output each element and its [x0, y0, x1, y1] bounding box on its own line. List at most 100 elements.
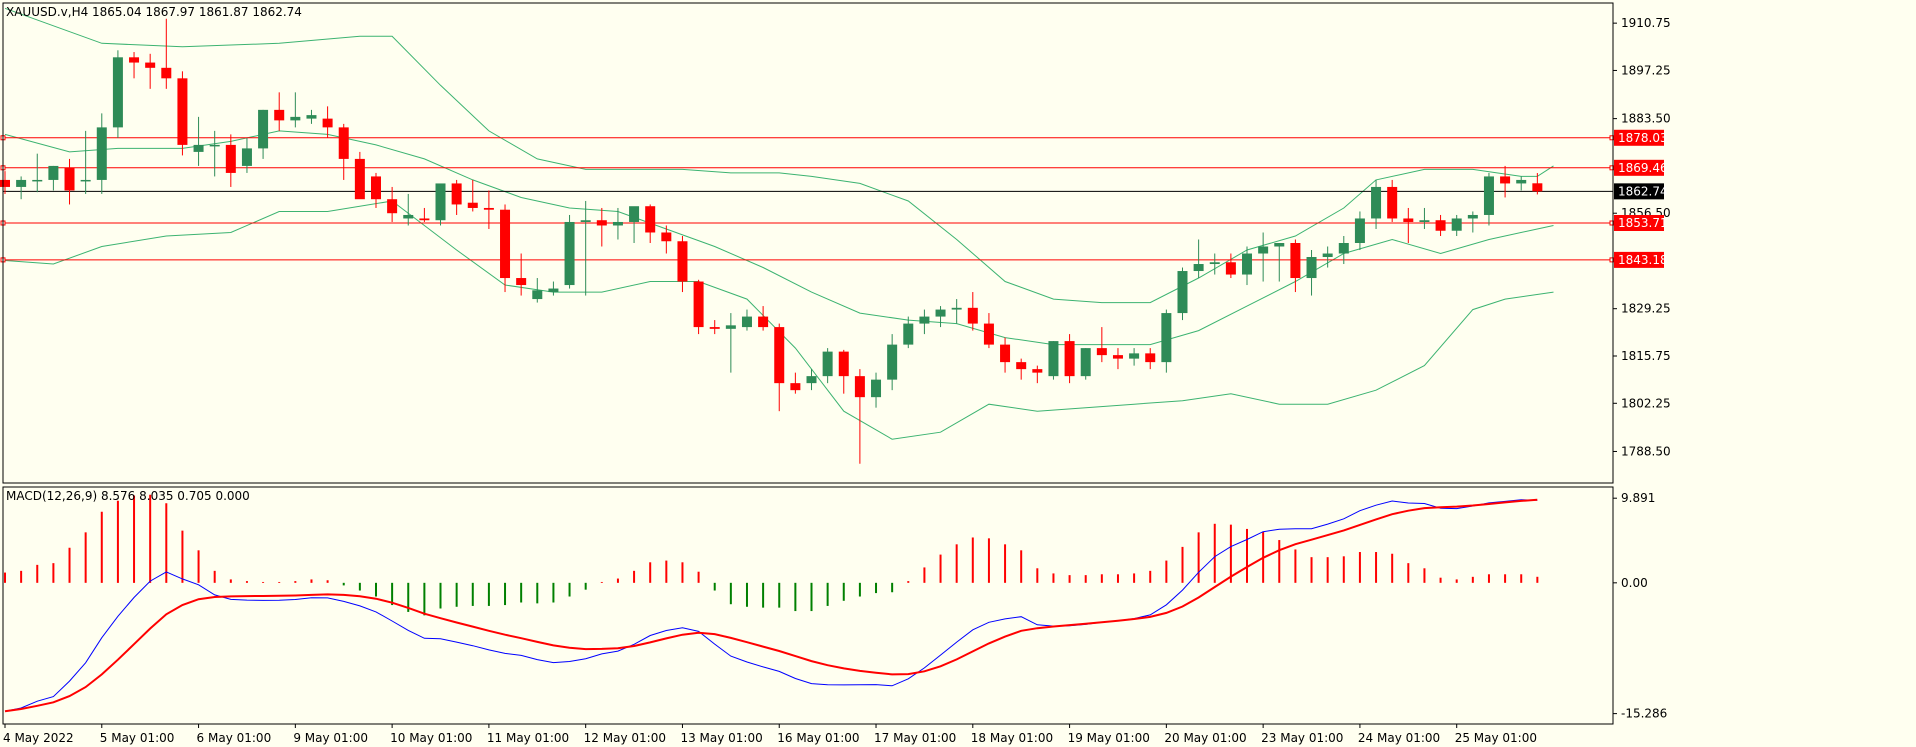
candle-body-bull [1322, 253, 1333, 258]
candle-body-bear [709, 327, 720, 329]
candle-body-bear [1064, 341, 1075, 377]
candle-body-bear [854, 376, 865, 398]
candle-body-bull [548, 288, 559, 293]
time-tick-label: 20 May 01:00 [1164, 731, 1246, 745]
candle-body-bear [274, 109, 285, 121]
candle-body-bull [96, 127, 107, 180]
candle-body-bull [919, 316, 930, 324]
candle-body-bull [1048, 341, 1059, 377]
candle-body-bull [258, 109, 269, 149]
candle-body-bull [48, 165, 59, 180]
price-tick-label: 1883.50 [1621, 112, 1671, 126]
time-tick-label: 10 May 01:00 [390, 731, 472, 745]
candle-body-bull [1177, 271, 1188, 314]
candle-body-bull [1129, 353, 1140, 359]
price-tick-label: 1910.75 [1621, 16, 1671, 30]
candle-body-bull [32, 179, 43, 182]
candle-body-bear [1145, 353, 1156, 363]
candle-body-bear [467, 202, 478, 208]
candle-body-bull [306, 115, 317, 119]
candle-body-bull [580, 220, 591, 222]
candle-body-bull [290, 116, 301, 121]
candle-body-bear [225, 144, 236, 173]
candle-body-bull [806, 376, 817, 384]
candle-body-bear [1387, 186, 1398, 219]
candle-body-bull [16, 179, 27, 187]
ohlc-readout: 1865.04 1867.97 1861.87 1862.74 [92, 5, 302, 19]
candle-body-bear [661, 232, 672, 242]
candle-body-bear [145, 62, 156, 68]
candle-body-bull [193, 144, 204, 152]
price-tick-label: 1829.25 [1621, 302, 1671, 316]
candle-body-bull [1483, 176, 1494, 215]
time-tick-label: 6 May 01:00 [197, 731, 272, 745]
candle-body-bull [1419, 220, 1430, 222]
candle-body-bear [645, 206, 656, 233]
candle-body-bear [451, 183, 462, 205]
level-price-label: 1869.46 [1618, 161, 1668, 175]
candle-body-bull [435, 183, 446, 221]
candle-body-bear [338, 127, 349, 159]
candle-body-bull [903, 323, 914, 345]
candle-body-bear [693, 281, 704, 328]
time-tick-label: 25 May 01:00 [1455, 731, 1537, 745]
macd-readout: MACD(12,26,9) 8.576 8.035 0.705 0.000 [6, 489, 250, 503]
time-tick-label: 11 May 01:00 [487, 731, 569, 745]
time-tick-label: 18 May 01:00 [971, 731, 1053, 745]
candle-body-bear [1096, 348, 1107, 356]
candle-body-bear [758, 316, 769, 328]
symbol-label: XAUUSD.v,H4 [6, 5, 88, 19]
price-tick-label: 1788.50 [1621, 444, 1671, 458]
candle-body-bull [112, 57, 123, 128]
candle-body-bear [983, 323, 994, 345]
candle-body-bull [1242, 253, 1253, 275]
candle-body-bull [1516, 179, 1527, 184]
candle-body-bear [967, 307, 978, 324]
candle-body-bear [1016, 362, 1027, 370]
candle-body-bull [1161, 313, 1172, 363]
candle-body-bear [322, 118, 333, 128]
time-tick-label: 17 May 01:00 [874, 731, 956, 745]
level-price-label: 1878.03 [1618, 131, 1668, 145]
candle-body-bear [354, 158, 365, 200]
trading-chart[interactable]: 1910.751897.251883.501856.501829.251815.… [0, 0, 1916, 747]
time-tick-label: 24 May 01:00 [1358, 731, 1440, 745]
candle-body-bull [725, 325, 736, 329]
time-tick-label: 23 May 01:00 [1261, 731, 1343, 745]
candle-body-bear [596, 220, 607, 226]
time-tick-label: 5 May 01:00 [100, 731, 175, 745]
candle-body-bear [483, 207, 494, 210]
candle-body-bear [1000, 344, 1011, 363]
candle-body-bull [1338, 243, 1349, 254]
candle-body-bear [774, 327, 785, 384]
macd-tick-label: 9.891 [1621, 491, 1655, 505]
candle-body-bear [370, 176, 381, 200]
candle-body-bear [1290, 243, 1301, 279]
price-tick-label: 1897.25 [1621, 63, 1671, 77]
candle-body-bear [1225, 262, 1236, 275]
candle-body-bull [1467, 214, 1478, 219]
candle-body-bull [209, 144, 220, 147]
candle-body-bear [1500, 176, 1511, 184]
candle-body-bear [387, 199, 398, 214]
candle-body-bull [741, 316, 752, 328]
candle-body-bear [516, 278, 527, 286]
candle-body-bull [1451, 218, 1462, 231]
macd-tick-label: 0.00 [1621, 576, 1648, 590]
candle-body-bear [1112, 355, 1123, 359]
candle-body-bull [1209, 262, 1220, 265]
candle-body-bull [403, 214, 414, 219]
time-tick-label: 19 May 01:00 [1068, 731, 1150, 745]
candle-body-bear [790, 383, 801, 391]
time-tick-label: 4 May 2022 [3, 731, 74, 745]
price-tick-label: 1802.25 [1621, 396, 1671, 410]
candle-body-bull [887, 344, 898, 380]
level-price-label: 1843.18 [1618, 253, 1668, 267]
time-tick-label: 13 May 01:00 [680, 731, 762, 745]
time-tick-label: 12 May 01:00 [584, 731, 666, 745]
candle-body-bull [1306, 257, 1317, 279]
candle-body-bear [419, 218, 430, 221]
candle-body-bull [1274, 243, 1285, 247]
candle-body-bull [871, 379, 882, 398]
candle-body-bear [64, 167, 75, 191]
